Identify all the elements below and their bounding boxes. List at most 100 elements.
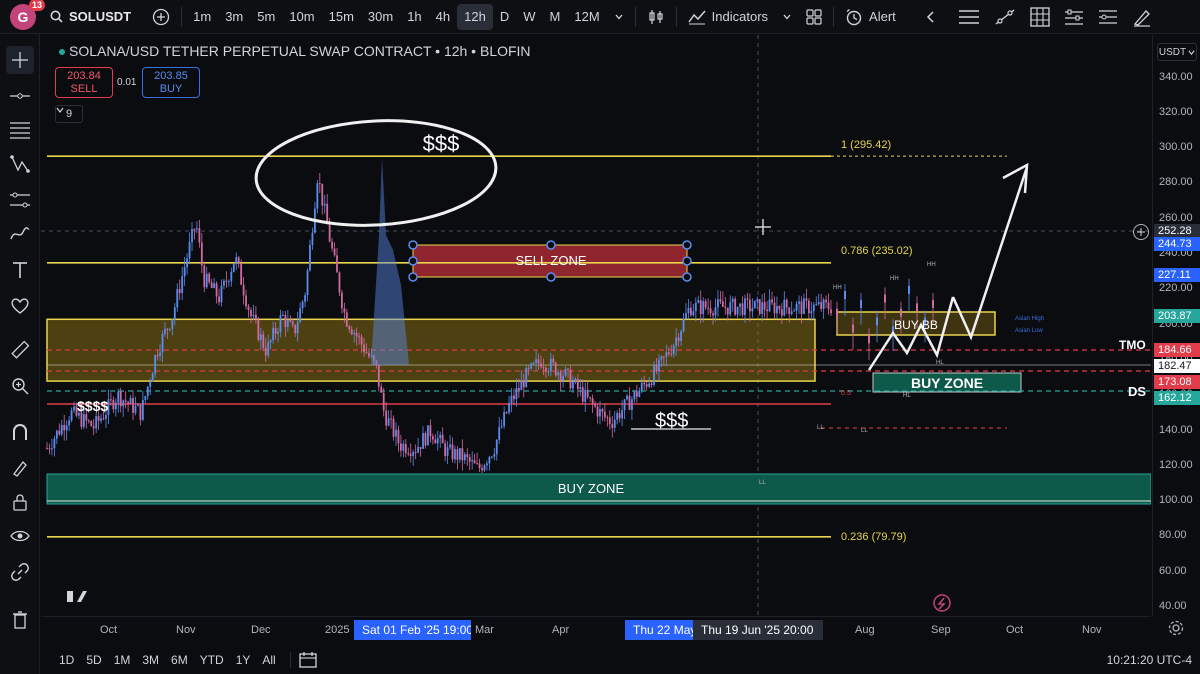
interval-W[interactable]: W <box>516 4 542 30</box>
candle-body <box>134 405 137 413</box>
range-6m[interactable]: 6M <box>165 653 194 667</box>
interval-12M[interactable]: 12M <box>567 4 606 30</box>
buy-zone-main-label: BUY ZONE <box>558 481 625 496</box>
candle-body <box>267 342 270 356</box>
candle-type-icon[interactable] <box>640 4 672 30</box>
price-scale[interactable]: USDT 340.00 320.00 300.00 280.00 260.00 240.0… <box>1152 35 1200 616</box>
delete-tool[interactable] <box>6 606 34 634</box>
hide-tool[interactable] <box>6 522 34 550</box>
range-3m[interactable]: 3M <box>136 653 165 667</box>
text-lines-icon[interactable] <box>951 4 987 30</box>
crosshair-tool[interactable] <box>6 46 34 74</box>
interval-1h[interactable]: 1h <box>400 4 428 30</box>
candle-body <box>282 314 284 316</box>
candle-body <box>132 397 134 413</box>
candle-body <box>237 257 240 264</box>
clock-timezone[interactable]: 10:21:20 UTC-4 <box>1107 653 1192 667</box>
fib-tool[interactable] <box>6 116 34 144</box>
text-tool[interactable] <box>6 256 34 284</box>
time-scale[interactable]: Oct Nov Dec 2025 Mar Apr Aug Sep Oct Nov Sat 01 F… <box>41 616 1151 642</box>
candle-body <box>92 426 95 429</box>
zoom-tool[interactable] <box>6 372 34 400</box>
lock-tool[interactable] <box>6 488 34 516</box>
brush-icon[interactable] <box>1125 4 1159 30</box>
interval-5m[interactable]: 5m <box>250 4 282 30</box>
candle-body <box>434 439 437 444</box>
grid-icon[interactable] <box>1023 4 1057 30</box>
price-tick: 280.00 <box>1159 176 1193 189</box>
projection-tool[interactable] <box>6 186 34 214</box>
interval-1m[interactable]: 1m <box>186 4 218 30</box>
chevron-down-icon[interactable] <box>775 4 799 30</box>
interval-30m[interactable]: 30m <box>361 4 400 30</box>
alert-button[interactable]: Alert <box>838 4 903 30</box>
candle-body <box>299 308 302 323</box>
trend-line-icon[interactable] <box>987 4 1023 30</box>
money-left-label: $$$$ <box>77 398 108 414</box>
brush-tool[interactable] <box>6 220 34 248</box>
candle-body <box>532 362 535 364</box>
indicators-button[interactable]: Indicators <box>681 4 775 30</box>
favorites-tool[interactable] <box>6 292 34 320</box>
candle-body <box>220 285 223 303</box>
candle-body <box>643 382 646 385</box>
legend-title: SOLANA/USD TETHER PERPETUAL SWAP CONTRAC… <box>69 43 531 59</box>
fib-0236-label: 0.236 (79.79) <box>841 531 906 543</box>
candle-body <box>392 418 395 437</box>
settings-gear-icon[interactable] <box>1168 620 1184 641</box>
interval-4h[interactable]: 4h <box>429 4 457 30</box>
sell-button[interactable]: 203.84 SELL <box>55 67 113 98</box>
interval-15m[interactable]: 15m <box>322 4 361 30</box>
lock-icon <box>13 494 27 511</box>
range-ytd[interactable]: YTD <box>194 653 230 667</box>
candle-body <box>660 356 663 360</box>
fib-05-label: 0.5 <box>841 390 851 397</box>
candle-body <box>852 324 854 333</box>
interval-12h[interactable]: 12h <box>457 3 493 30</box>
layouts-icon[interactable] <box>799 4 829 30</box>
symbol-search[interactable]: SOLUSDT <box>50 9 131 24</box>
range-1y[interactable]: 1Y <box>230 653 257 667</box>
pattern-tool[interactable] <box>6 150 34 178</box>
currency-selector[interactable]: USDT <box>1157 43 1197 61</box>
interval-M[interactable]: M <box>543 4 568 30</box>
range-1d[interactable]: 1D <box>53 653 80 667</box>
candle-body <box>748 299 751 312</box>
candle-body <box>860 299 862 308</box>
measure-tool[interactable] <box>6 336 34 364</box>
candle-body <box>810 311 813 314</box>
candle-body <box>562 375 565 381</box>
chevron-down-icon[interactable] <box>607 4 631 30</box>
date-range-calendar-icon[interactable] <box>299 651 317 668</box>
candle-body <box>510 395 513 404</box>
indicators-toggle[interactable]: 9 <box>55 105 83 123</box>
magnet-tool[interactable] <box>6 418 34 446</box>
candle-body <box>650 383 653 385</box>
buy-button[interactable]: 203.85 BUY <box>142 67 200 98</box>
link-tool[interactable] <box>6 558 34 586</box>
range-5d[interactable]: 5D <box>80 653 107 667</box>
chart-pane[interactable]: SELL ZONE BUY ZONE BUY ZONE BUY BB $$$ $$$$ $$… <box>41 35 1151 616</box>
candle-body <box>680 331 682 341</box>
interval-10m[interactable]: 10m <box>282 4 321 30</box>
candle-body <box>387 418 390 426</box>
candle-body <box>478 463 481 469</box>
range-all[interactable]: All <box>256 653 281 667</box>
user-avatar[interactable]: G 13 <box>10 0 45 30</box>
candle-body <box>422 433 424 449</box>
lock-drawings-tool[interactable] <box>6 454 34 482</box>
sliders-icon[interactable] <box>1057 4 1091 30</box>
candle-body <box>626 395 628 400</box>
horizontal-line-tool[interactable] <box>6 82 34 110</box>
replay-icon[interactable] <box>917 4 945 30</box>
add-alert-plus-icon[interactable] <box>1133 224 1149 240</box>
range-1m[interactable]: 1M <box>108 653 137 667</box>
interval-3m[interactable]: 3m <box>218 4 250 30</box>
candle-body <box>638 390 641 397</box>
interval-D[interactable]: D <box>493 4 516 30</box>
pitchfork-icon[interactable] <box>1091 4 1125 30</box>
candle-body <box>798 301 800 304</box>
candle-body <box>247 306 250 310</box>
candle-body <box>817 302 820 305</box>
compare-add-icon[interactable] <box>145 4 177 30</box>
